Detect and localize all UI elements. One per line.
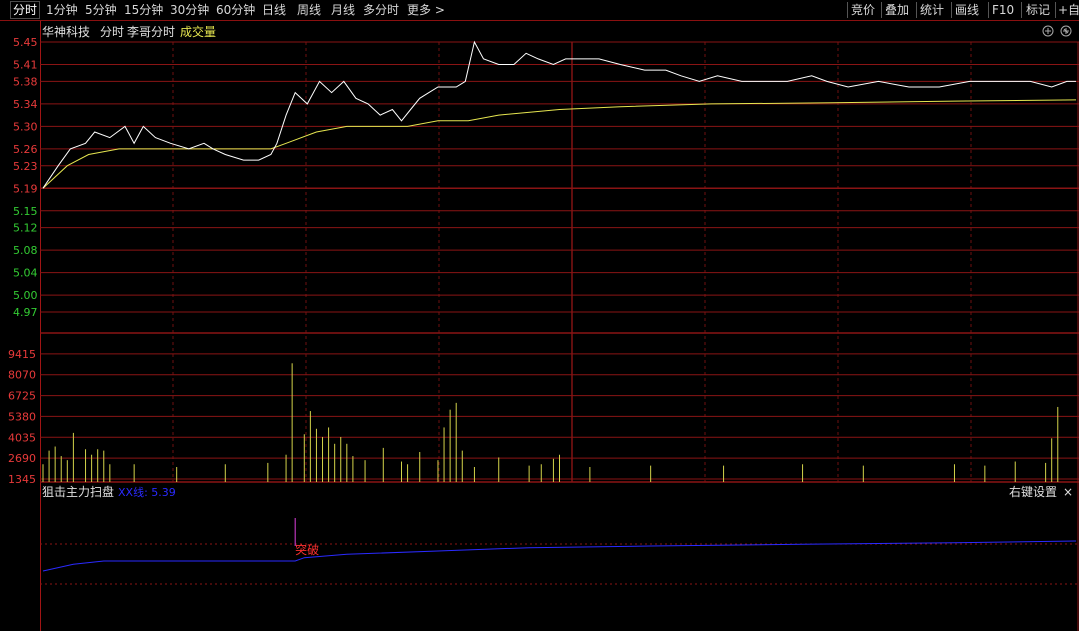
volume-tick-label: 9415 xyxy=(8,348,36,361)
toolbar-tool-4[interactable]: F10 xyxy=(992,0,1014,20)
price-tick-label: 4.97 xyxy=(13,306,38,319)
price-tick-label: 5.08 xyxy=(13,244,38,257)
price-tick-label: 5.15 xyxy=(13,205,38,218)
toolbar-tool-6[interactable]: +自选 xyxy=(1058,0,1079,20)
volume-tick-label: 8070 xyxy=(8,369,36,382)
volume-tick-label: 2690 xyxy=(8,452,36,465)
view-label: 分时 xyxy=(100,25,124,39)
volume-axis: 9415 8070 6725 5380 4035 2690 1345 xyxy=(8,348,36,486)
toolbar-separator xyxy=(988,2,989,18)
price-axis: 5.45 5.41 5.38 5.34 5.30 5.26 5.23 5.19 5.15 5.12… xyxy=(13,36,38,319)
tab-7[interactable]: 周线 xyxy=(297,0,321,20)
toolbar-separator xyxy=(847,2,848,18)
toolbar-tool-5[interactable]: 标记 xyxy=(1026,0,1050,20)
zoom-in-icon[interactable] xyxy=(1042,25,1054,37)
indicator-label: 李哥分时 xyxy=(127,24,175,39)
average-price-line xyxy=(42,99,1077,189)
intraday-chart[interactable]: 5.45 5.41 5.38 5.34 5.30 5.26 5.23 5.19 5.15 5.12… xyxy=(0,21,1079,631)
tab-9[interactable]: 多分时 xyxy=(363,0,399,20)
close-icon[interactable]: × xyxy=(1063,485,1073,499)
volume-bars xyxy=(42,363,1059,482)
price-tick-label: 5.45 xyxy=(13,36,38,49)
toolbar-separator xyxy=(951,2,952,18)
price-tick-label: 5.00 xyxy=(13,289,38,302)
volume-label: 成交量 xyxy=(180,24,216,39)
volume-tick-label: 6725 xyxy=(8,390,36,403)
price-line xyxy=(42,40,1076,189)
breakout-signal-label: 突破 xyxy=(295,542,319,557)
toolbar-tool-3[interactable]: 画线 xyxy=(955,0,979,20)
sub-panel-title: 狙击主力扫盘 xyxy=(42,484,114,499)
tab-0[interactable]: 分时 xyxy=(9,0,41,20)
indicator-line xyxy=(42,540,1077,572)
price-tick-label: 5.30 xyxy=(13,120,38,133)
tab-6[interactable]: 日线 xyxy=(262,0,286,20)
stock-name: 华神科技 xyxy=(42,25,90,39)
toolbar-separator xyxy=(881,2,882,18)
period-toolbar: 分时 1分钟 5分钟 15分钟 30分钟 60分钟 日线 周线 月线 多分时 更多 > 竞价 叠加 统计… xyxy=(0,0,1079,21)
price-tick-label: 5.12 xyxy=(13,222,38,235)
volume-tick-label: 4035 xyxy=(8,431,36,444)
price-tick-label: 5.04 xyxy=(13,267,38,280)
price-tick-label: 5.19 xyxy=(13,182,38,195)
volume-tick-label: 5380 xyxy=(8,410,36,423)
tab-2[interactable]: 5分钟 xyxy=(85,0,117,20)
price-tick-label: 5.23 xyxy=(13,160,38,173)
toolbar-tool-0[interactable]: 竞价 xyxy=(851,0,875,20)
price-tick-label: 5.41 xyxy=(13,59,38,72)
toolbar-separator xyxy=(1055,2,1056,18)
toolbar-tool-1[interactable]: 叠加 xyxy=(885,0,909,20)
toolbar-separator xyxy=(1021,2,1022,18)
price-tick-label: 5.38 xyxy=(13,75,38,88)
price-tick-label: 5.34 xyxy=(13,98,38,111)
indicator-value-label: XX线: 5.39 xyxy=(118,485,176,499)
settings-icon[interactable] xyxy=(1060,25,1072,37)
tab-10[interactable]: 更多 > xyxy=(407,0,445,20)
toolbar-separator xyxy=(916,2,917,18)
price-tick-label: 5.26 xyxy=(13,143,38,156)
right-click-settings[interactable]: 右键设置 xyxy=(1009,484,1057,499)
tab-4[interactable]: 30分钟 xyxy=(170,0,209,20)
tab-1[interactable]: 1分钟 xyxy=(46,0,78,20)
tab-5[interactable]: 60分钟 xyxy=(216,0,255,20)
toolbar-tool-2[interactable]: 统计 xyxy=(920,0,944,20)
volume-tick-label: 1345 xyxy=(8,473,36,486)
tab-3[interactable]: 15分钟 xyxy=(124,0,163,20)
tab-8[interactable]: 月线 xyxy=(331,0,355,20)
